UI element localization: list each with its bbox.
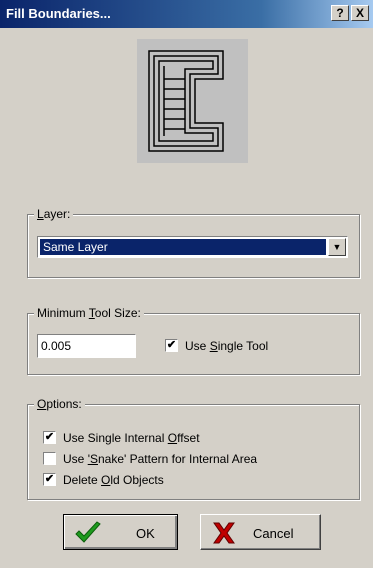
use-single-internal-offset-label: Use Single Internal Offset bbox=[63, 431, 200, 445]
layer-group: Layer: Same Layer ▼ bbox=[27, 207, 360, 278]
layer-select-value: Same Layer bbox=[39, 238, 327, 256]
layer-group-label: Layer: bbox=[34, 207, 74, 221]
delete-old-objects-label: Delete Old Objects bbox=[63, 473, 164, 487]
tool-size-group-label: Minimum Tool Size: bbox=[34, 306, 144, 320]
help-button[interactable]: ? bbox=[331, 5, 349, 21]
window-title: Fill Boundaries... bbox=[6, 6, 111, 21]
tool-size-input[interactable]: 0.005 bbox=[37, 334, 136, 358]
title-bar[interactable]: Fill Boundaries... ? X bbox=[0, 0, 373, 28]
x-icon bbox=[213, 522, 235, 544]
use-single-internal-offset-box[interactable]: ✔ bbox=[43, 431, 56, 444]
ok-button-label: OK bbox=[136, 526, 155, 541]
layer-select[interactable]: Same Layer ▼ bbox=[37, 236, 348, 258]
use-snake-pattern-label: Use 'Snake' Pattern for Internal Area bbox=[63, 452, 258, 466]
checkmark-icon bbox=[75, 521, 101, 543]
options-group: Options: ✔ Use Single Internal Offset Us… bbox=[27, 397, 360, 500]
use-snake-pattern-box[interactable] bbox=[43, 452, 56, 465]
use-single-tool-box[interactable]: ✔ bbox=[165, 339, 178, 352]
preview-image bbox=[137, 39, 248, 163]
chevron-down-icon[interactable]: ▼ bbox=[328, 238, 346, 256]
delete-old-objects-box[interactable]: ✔ bbox=[43, 473, 56, 486]
minimum-tool-size-group: Minimum Tool Size: 0.005 ✔ Use Single To… bbox=[27, 306, 360, 375]
use-single-tool-label: Use Single Tool bbox=[185, 339, 269, 353]
options-group-label: Options: bbox=[34, 397, 85, 411]
cancel-button[interactable]: Cancel bbox=[200, 514, 321, 550]
fill-boundaries-preview-icon bbox=[148, 50, 224, 152]
close-button[interactable]: X bbox=[351, 5, 369, 21]
ok-button[interactable]: OK bbox=[63, 514, 178, 550]
cancel-button-label: Cancel bbox=[253, 526, 294, 541]
